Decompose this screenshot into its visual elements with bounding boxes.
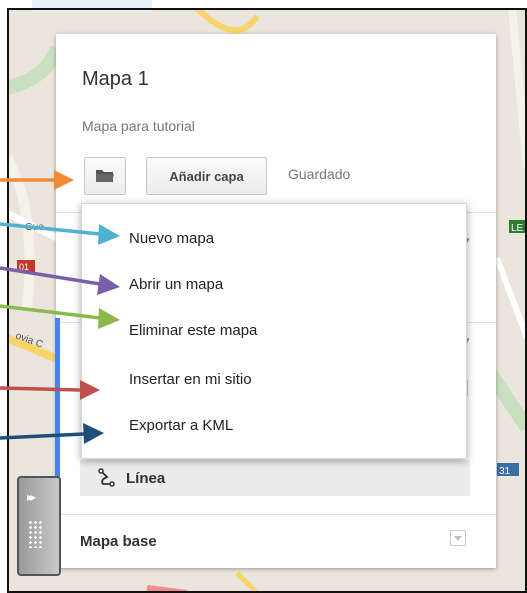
arrow-embed <box>0 380 100 400</box>
arrow-export-kml <box>0 423 104 444</box>
arrow-new-map <box>0 222 120 245</box>
arrow-open-folder <box>0 170 74 190</box>
arrow-delete-map <box>0 304 120 329</box>
arrow-open-map <box>0 266 120 295</box>
annotation-arrows <box>0 170 120 444</box>
